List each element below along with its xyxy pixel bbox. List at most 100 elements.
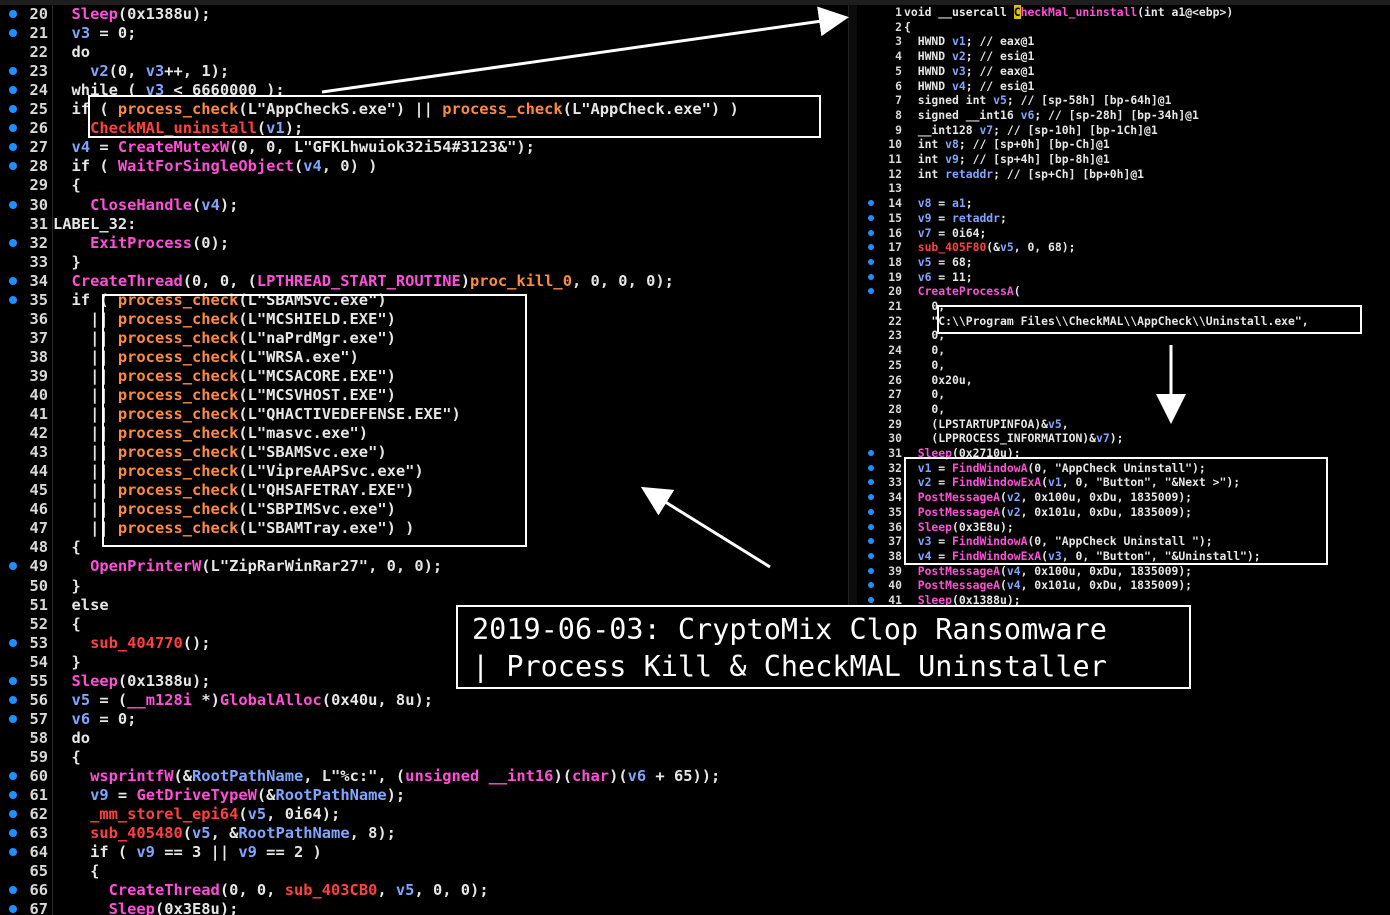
breakpoint-dot-icon[interactable] — [9, 829, 17, 838]
breakpoint-dot-icon[interactable] — [868, 552, 874, 559]
breakpoint-dot-icon[interactable] — [868, 214, 874, 221]
right-code-line[interactable]: 28 0, — [858, 402, 1390, 417]
breakpoint-dot-icon[interactable] — [9, 10, 17, 18]
breakpoint-dot-icon[interactable] — [9, 86, 17, 95]
right-code-line[interactable]: 29 (LPSTARTUPINFOA)&v5, — [858, 417, 1390, 432]
right-code-line[interactable]: 25 0, — [858, 358, 1390, 373]
right-code-line[interactable]: 10 int v8; // [sp+0h] [bp-Ch]@1 — [858, 137, 1390, 152]
breakpoint-dot-icon[interactable] — [9, 295, 17, 304]
breakpoint-dot-icon[interactable] — [9, 562, 17, 571]
breakpoint-dot-icon[interactable] — [9, 772, 17, 780]
breakpoint-dot-icon[interactable] — [868, 273, 874, 280]
breakpoint-dot-icon[interactable] — [9, 886, 17, 895]
breakpoint-dot-icon[interactable] — [868, 288, 874, 295]
breakpoint-dot-icon[interactable] — [868, 567, 874, 574]
breakpoint-dot-icon[interactable] — [9, 905, 17, 914]
breakpoint-dot-icon[interactable] — [9, 200, 17, 209]
right-code-line[interactable]: 15 v9 = retaddr; — [858, 211, 1390, 226]
left-code-line[interactable]: 50 } — [0, 577, 843, 596]
breakpoint-dot-icon[interactable] — [868, 229, 874, 236]
right-code-line[interactable]: 19 v6 = 11; — [858, 270, 1390, 285]
breakpoint-dot-icon[interactable] — [9, 162, 17, 171]
breakpoint-dot-icon[interactable] — [9, 105, 17, 114]
right-code-line[interactable]: 7 signed int v5; // [sp-58h] [bp-64h]@1 — [858, 93, 1390, 108]
right-code-line[interactable]: 12 int retaddr; // [sp+Ch] [bp+0h]@1 — [858, 167, 1390, 182]
pane-splitter[interactable] — [848, 5, 857, 605]
left-code-line[interactable]: 49 OpenPrinterW(L"ZipRarWinRar27", 0, 0)… — [0, 557, 843, 576]
right-code-line[interactable]: 20 CreateProcessA( — [858, 284, 1390, 299]
breakpoint-dot-icon[interactable] — [9, 124, 17, 133]
right-code-line[interactable]: 14 v8 = a1; — [858, 196, 1390, 211]
right-code-line[interactable]: 2{ — [858, 20, 1390, 35]
left-code-line[interactable]: 32 ExitProcess(0); — [0, 234, 843, 253]
breakpoint-dot-icon[interactable] — [9, 676, 17, 685]
breakpoint-dot-icon[interactable] — [868, 244, 874, 251]
left-code-line[interactable]: 65 { — [0, 862, 843, 881]
breakpoint-dot-icon[interactable] — [9, 638, 17, 647]
breakpoint-dot-icon[interactable] — [9, 695, 17, 704]
right-code-line[interactable]: 27 0, — [858, 387, 1390, 402]
right-code-line[interactable]: 39 PostMessageA(v4, 0x100u, 0xDu, 183500… — [858, 564, 1390, 579]
left-code-line[interactable]: 56 v5 = (__m128i *)GlobalAlloc(0x40u, 8u… — [0, 691, 843, 710]
left-code-line[interactable]: 67 Sleep(0x3E8u); — [0, 900, 843, 915]
right-code-line[interactable]: 6 HWND v4; // esi@1 — [858, 79, 1390, 94]
left-code-line[interactable]: 31 LABEL_32: — [0, 215, 843, 234]
right-code-line[interactable]: 5 HWND v3; // eax@1 — [858, 64, 1390, 79]
left-code-line[interactable]: 33 } — [0, 253, 843, 272]
left-code-line[interactable]: 58 do — [0, 729, 843, 748]
left-code-line[interactable]: 66 CreateThread(0, 0, sub_403CB0, v5, 0,… — [0, 881, 843, 900]
breakpoint-dot-icon[interactable] — [868, 258, 874, 265]
right-code-line[interactable]: 30 (LPPROCESS_INFORMATION)&v7); — [858, 431, 1390, 446]
left-code-line[interactable]: 20 Sleep(0x1388u); — [0, 5, 843, 24]
left-code-line[interactable]: 61 v9 = GetDriveTypeW(&RootPathName); — [0, 786, 843, 805]
right-code-line[interactable]: 40 PostMessageA(v4, 0x101u, 0xDu, 183500… — [858, 578, 1390, 593]
breakpoint-dot-icon[interactable] — [868, 523, 874, 530]
right-code-line[interactable]: 41 Sleep(0x1388u); — [858, 593, 1390, 605]
right-code-line[interactable]: 8 signed __int16 v6; // [sp-28h] [bp-34h… — [858, 108, 1390, 123]
right-code-line[interactable]: 18 v5 = 68; — [858, 255, 1390, 270]
right-code-line[interactable]: 26 0x20u, — [858, 373, 1390, 388]
left-code-line[interactable]: 27 v4 = CreateMutexW(0, 0, L"GFKLhwuiok3… — [0, 138, 843, 157]
left-code-line[interactable]: 64 if ( v9 == 3 || v9 == 2 ) — [0, 843, 843, 862]
left-code-line[interactable]: 28 if ( WaitForSingleObject(v4, 0) ) — [0, 157, 843, 176]
right-code-line[interactable]: 17 sub_405F80(&v5, 0, 68); — [858, 240, 1390, 255]
right-code-line[interactable]: 3 HWND v1; // eax@1 — [858, 34, 1390, 49]
left-code-line[interactable]: 62 _mm_storel_epi64(v5, 0i64); — [0, 805, 843, 824]
breakpoint-dot-icon[interactable] — [9, 29, 17, 38]
right-code-line[interactable]: 11 int v9; // [sp+4h] [bp-8h]@1 — [858, 152, 1390, 167]
left-code-line[interactable]: 29 { — [0, 176, 843, 195]
breakpoint-dot-icon[interactable] — [868, 464, 874, 471]
right-code-line[interactable]: 4 HWND v2; // esi@1 — [858, 49, 1390, 64]
breakpoint-dot-icon[interactable] — [868, 508, 874, 515]
left-code-line[interactable]: 30 CloseHandle(v4); — [0, 196, 843, 215]
breakpoint-dot-icon[interactable] — [9, 238, 17, 247]
breakpoint-dot-icon[interactable] — [9, 67, 17, 76]
breakpoint-dot-icon[interactable] — [9, 143, 17, 152]
breakpoint-dot-icon[interactable] — [868, 597, 874, 603]
right-code-line[interactable]: 24 0, — [858, 343, 1390, 358]
left-code-line[interactable]: 21 v3 = 0; — [0, 24, 843, 43]
breakpoint-dot-icon[interactable] — [9, 848, 17, 857]
right-code-line[interactable]: 16 v7 = 0i64; — [858, 226, 1390, 241]
left-code-line[interactable]: 34 CreateThread(0, 0, (LPTHREAD_START_RO… — [0, 272, 843, 291]
breakpoint-dot-icon[interactable] — [9, 276, 17, 285]
breakpoint-dot-icon[interactable] — [868, 200, 874, 207]
right-code-line[interactable]: 9 __int128 v7; // [sp-10h] [bp-1Ch]@1 — [858, 123, 1390, 138]
left-code-line[interactable]: 60 wsprintfW(&RootPathName, L"%c:", (uns… — [0, 767, 843, 786]
left-code-line[interactable]: 57 v6 = 0; — [0, 710, 843, 729]
breakpoint-dot-icon[interactable] — [9, 714, 17, 723]
breakpoint-dot-icon[interactable] — [868, 450, 874, 456]
breakpoint-dot-icon[interactable] — [868, 582, 874, 589]
right-code-line[interactable]: 13 — [858, 181, 1390, 196]
breakpoint-dot-icon[interactable] — [868, 479, 874, 486]
left-code-line[interactable]: 59 { — [0, 748, 843, 767]
left-code-line[interactable]: 23 v2(0, v3++, 1); — [0, 62, 843, 81]
breakpoint-dot-icon[interactable] — [9, 810, 17, 819]
breakpoint-dot-icon[interactable] — [868, 538, 874, 545]
code-token: RootPathName — [275, 786, 387, 805]
breakpoint-dot-icon[interactable] — [9, 791, 17, 800]
breakpoint-dot-icon[interactable] — [868, 494, 874, 501]
right-code-line[interactable]: 1 void __usercall CheckMal_uninstall(int … — [858, 5, 1390, 20]
left-code-line[interactable]: 63 sub_405480(v5, &RootPathName, 8); — [0, 824, 843, 843]
left-code-line[interactable]: 22 do — [0, 43, 843, 62]
